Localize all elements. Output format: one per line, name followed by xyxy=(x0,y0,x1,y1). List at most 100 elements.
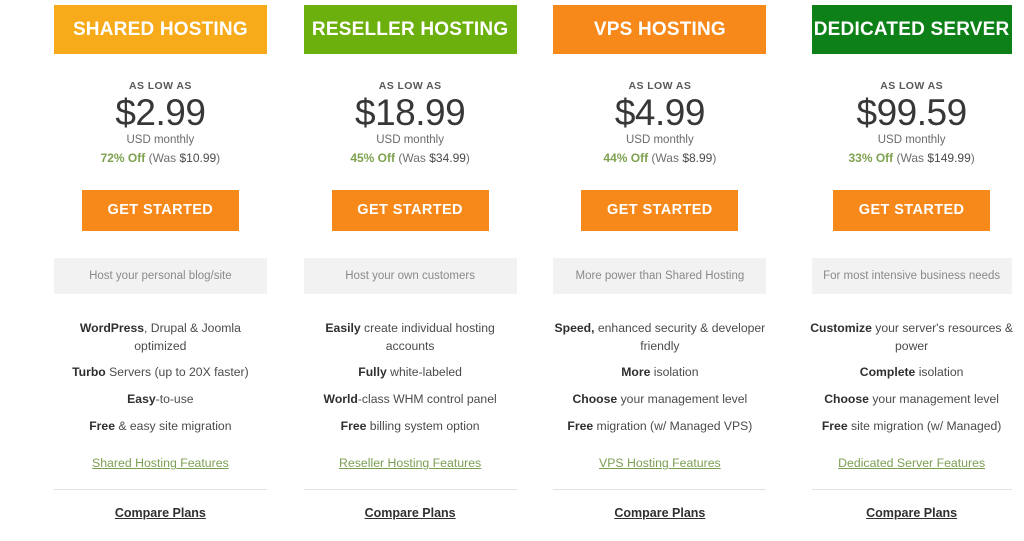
plan-tagline-text: Host your personal blog/site xyxy=(89,269,232,282)
feature-item: Free site migration (w/ Managed) xyxy=(810,418,1014,436)
get-started-button-dedicated-server[interactable]: GET STARTED xyxy=(833,189,991,231)
feature-item: More isolation xyxy=(553,364,766,382)
discount-was-amount: $34.99 xyxy=(429,150,466,165)
feature-item: Easily create individual hosting account… xyxy=(304,320,517,355)
feature-item: Customize your server's resources & powe… xyxy=(810,320,1014,355)
feature-list: Speed, enhanced security & developer fri… xyxy=(553,320,766,435)
discount-percent: 72% Off xyxy=(100,150,146,165)
price-block: AS LOW AS $2.99 USD monthly 72% Off (Was $1… xyxy=(48,80,273,165)
feature-text: migration (w/ Managed VPS) xyxy=(593,418,753,433)
as-low-as-label: AS LOW AS xyxy=(129,80,192,92)
as-low-as-label: AS LOW AS xyxy=(378,80,442,92)
feature-item: World-class WHM control panel xyxy=(304,391,517,409)
price-period: USD monthly xyxy=(126,133,195,146)
price-period: USD monthly xyxy=(376,133,444,146)
discount-was-prefix: (Was xyxy=(395,150,430,165)
price-amount: $4.99 xyxy=(614,92,706,133)
compare-plans-link-vps-hosting[interactable]: Compare Plans xyxy=(614,506,705,520)
discount-was-amount: $8.99 xyxy=(682,150,713,165)
feature-item: Easy-to-use xyxy=(54,391,267,409)
discount-was-suffix: ) xyxy=(712,150,717,165)
discount-percent: 45% Off xyxy=(350,150,395,165)
feature-highlight: Choose xyxy=(824,392,869,407)
plan-tagline-text: For most intensive business needs xyxy=(823,269,1001,282)
feature-highlight: Fully xyxy=(358,365,387,380)
plan-header-shared-hosting: SHARED HOSTING xyxy=(53,5,267,54)
feature-highlight: Free xyxy=(89,418,115,433)
feature-highlight: World xyxy=(323,392,358,407)
price-amount: $2.99 xyxy=(115,92,206,133)
plan-tagline: Host your own customers xyxy=(303,257,517,294)
feature-text: enhanced security & developer friendly xyxy=(594,320,766,353)
feature-text: , Drupal & Joomla optimized xyxy=(134,320,241,353)
discount-percent: 44% Off xyxy=(603,150,649,165)
feature-text: -class WHM control panel xyxy=(357,392,497,407)
feature-highlight: Easily xyxy=(325,320,361,335)
feature-list: Customize your server's resources & powe… xyxy=(810,320,1014,435)
feature-item: Choose your management level xyxy=(810,391,1014,409)
feature-item: Speed, enhanced security & developer fri… xyxy=(553,320,766,355)
compare-plans-link-reseller-hosting[interactable]: Compare Plans xyxy=(365,506,456,520)
column-divider xyxy=(811,489,1012,491)
get-started-button-reseller-hosting[interactable]: GET STARTED xyxy=(331,189,489,231)
feature-list: WordPress, Drupal & Joomla optimized Turb… xyxy=(54,320,267,435)
feature-text: -to-use xyxy=(155,392,194,407)
feature-text: Servers (up to 20X faster) xyxy=(105,365,249,380)
feature-item: Turbo Servers (up to 20X faster) xyxy=(54,364,267,382)
feature-highlight: Speed, xyxy=(554,320,595,335)
features-link-vps-hosting[interactable]: VPS Hosting Features xyxy=(599,456,721,470)
plan-title: RESELLER HOSTING xyxy=(311,19,509,40)
feature-text: your server's resources & power xyxy=(871,320,1014,353)
pricing-table: SHARED HOSTING AS LOW AS $2.99 USD monthly 7… xyxy=(0,0,1024,520)
discount-line: 45% Off (Was $34.99) xyxy=(298,151,523,165)
features-link-reseller-hosting[interactable]: Reseller Hosting Features xyxy=(339,456,481,470)
column-divider xyxy=(53,489,267,491)
feature-item: Fully white-labeled xyxy=(304,364,517,382)
feature-highlight: WordPress xyxy=(79,320,144,335)
feature-text: isolation xyxy=(650,365,699,380)
discount-line: 33% Off (Was $149.99) xyxy=(799,151,1024,165)
price-period: USD monthly xyxy=(626,133,694,146)
discount-was-suffix: ) xyxy=(216,150,221,165)
discount-was-amount: $149.99 xyxy=(927,150,971,165)
column-divider xyxy=(303,489,517,491)
price-block: AS LOW AS $99.59 USD monthly 33% Off (Was $… xyxy=(799,80,1024,165)
discount-line: 44% Off (Was $8.99) xyxy=(548,151,773,165)
plan-tagline: More power than Shared Hosting xyxy=(553,257,767,294)
feature-item: Free billing system option xyxy=(304,418,517,436)
compare-plans-link-dedicated-server[interactable]: Compare Plans xyxy=(866,506,957,520)
feature-highlight: Free xyxy=(821,418,848,433)
plan-header-reseller-hosting: RESELLER HOSTING xyxy=(303,5,517,54)
features-link-shared-hosting[interactable]: Shared Hosting Features xyxy=(92,456,229,470)
price-block: AS LOW AS $18.99 USD monthly 45% Off (Was $… xyxy=(298,80,523,165)
compare-plans-link-shared-hosting[interactable]: Compare Plans xyxy=(115,506,206,520)
discount-was-suffix: ) xyxy=(970,150,975,165)
plan-tagline: For most intensive business needs xyxy=(811,257,1012,294)
feature-highlight: Complete xyxy=(859,365,916,380)
plan-header-vps-hosting: VPS HOSTING xyxy=(553,5,767,54)
feature-highlight: Choose xyxy=(572,392,618,407)
feature-highlight: Turbo xyxy=(72,365,106,380)
as-low-as-label: AS LOW AS xyxy=(628,80,692,92)
price-period: USD monthly xyxy=(877,133,946,146)
plan-title: SHARED HOSTING xyxy=(72,19,248,40)
feature-text: & easy site migration xyxy=(114,418,232,433)
feature-highlight: More xyxy=(621,365,651,380)
plan-tagline-text: More power than Shared Hosting xyxy=(575,269,745,282)
as-low-as-label: AS LOW AS xyxy=(880,80,943,92)
feature-text: your management level xyxy=(617,392,748,407)
discount-line: 72% Off (Was $10.99) xyxy=(48,151,273,165)
get-started-button-vps-hosting[interactable]: GET STARTED xyxy=(581,189,739,231)
feature-highlight: Free xyxy=(340,418,367,433)
get-started-button-shared-hosting[interactable]: GET STARTED xyxy=(81,189,239,231)
plan-column-shared-hosting: SHARED HOSTING AS LOW AS $2.99 USD monthly 7… xyxy=(48,5,273,520)
features-link-dedicated-server[interactable]: Dedicated Server Features xyxy=(838,456,985,470)
feature-item: WordPress, Drupal & Joomla optimized xyxy=(54,320,267,355)
feature-text: your management level xyxy=(868,392,1000,407)
feature-item: Choose your management level xyxy=(553,391,766,409)
feature-text: site migration (w/ Managed) xyxy=(847,418,1002,433)
feature-item: Free & easy site migration xyxy=(54,418,267,436)
feature-item: Free migration (w/ Managed VPS) xyxy=(553,418,766,436)
feature-item: Complete isolation xyxy=(810,364,1014,382)
price-amount: $99.59 xyxy=(856,92,968,133)
